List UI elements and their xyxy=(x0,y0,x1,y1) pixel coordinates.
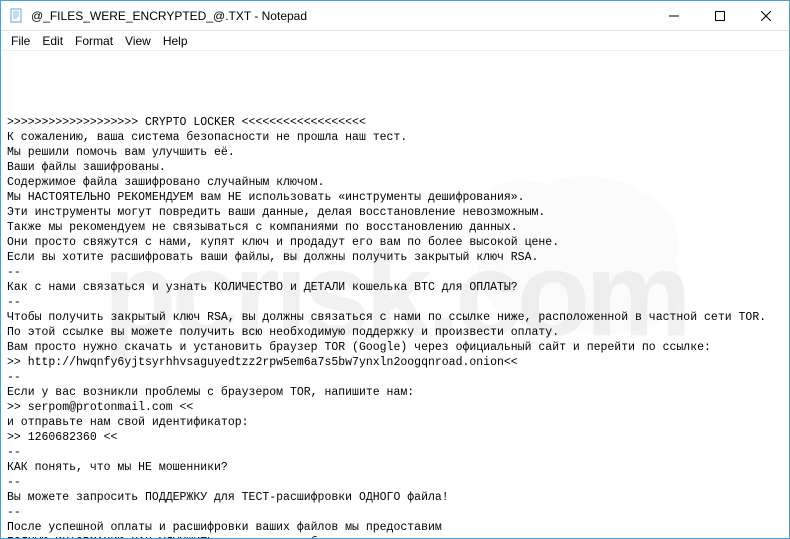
menu-file[interactable]: File xyxy=(5,32,36,50)
titlebar: @_FILES_WERE_ENCRYPTED_@.TXT - Notepad xyxy=(1,1,789,31)
close-button[interactable] xyxy=(743,1,789,30)
window-title: @_FILES_WERE_ENCRYPTED_@.TXT - Notepad xyxy=(31,9,651,23)
minimize-button[interactable] xyxy=(651,1,697,30)
menu-help[interactable]: Help xyxy=(157,32,194,50)
menu-edit[interactable]: Edit xyxy=(36,32,69,50)
text-area[interactable]: pcrisk.com >>>>>>>>>>>>>>>>>>> CRYPTO LO… xyxy=(1,51,789,538)
menubar: File Edit Format View Help xyxy=(1,31,789,51)
menu-format[interactable]: Format xyxy=(69,32,119,50)
menu-view[interactable]: View xyxy=(119,32,157,50)
maximize-button[interactable] xyxy=(697,1,743,30)
notepad-window: @_FILES_WERE_ENCRYPTED_@.TXT - Notepad F… xyxy=(0,0,790,539)
document-text: >>>>>>>>>>>>>>>>>>> CRYPTO LOCKER <<<<<<… xyxy=(7,115,783,538)
window-controls xyxy=(651,1,789,30)
notepad-icon xyxy=(9,8,25,24)
